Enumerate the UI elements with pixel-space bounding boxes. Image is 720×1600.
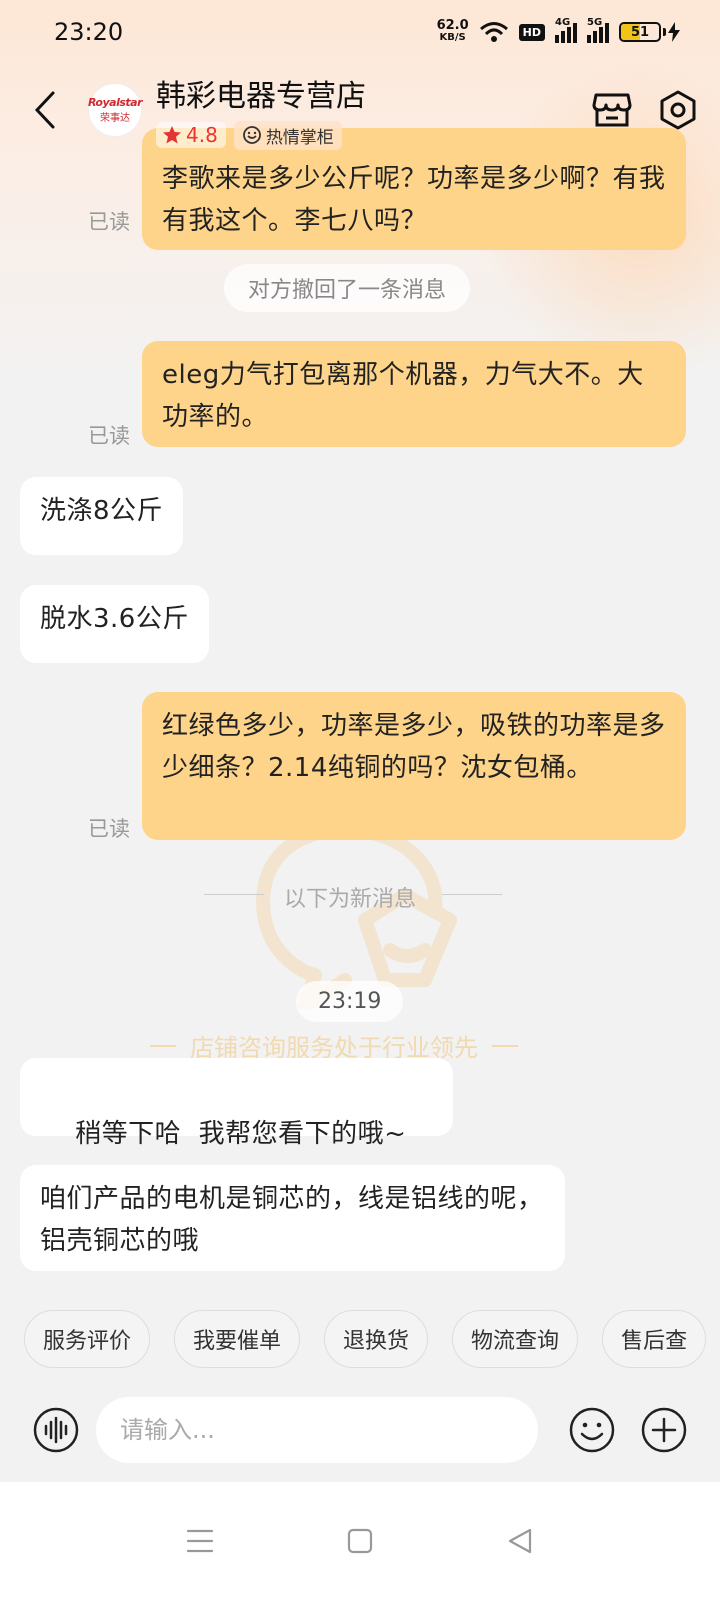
message-text: eleg力气打包离那个机器，力气大不。大功率的。 bbox=[162, 360, 644, 432]
back-button[interactable] bbox=[20, 80, 70, 140]
status-icons: 62.0 KB/S HD 4G 5G 51 bbox=[436, 17, 680, 44]
message-text: 咱们产品的电机是铜芯的，线是铝线的呢，铝壳铜芯的哦 bbox=[40, 1184, 544, 1256]
message-bubble-incoming[interactable]: 稍等下哈 我帮您看下的哦~ bbox=[20, 1058, 453, 1149]
shop-badge: 热情掌柜 bbox=[233, 120, 342, 150]
menu-icon bbox=[186, 1529, 214, 1553]
more-button[interactable] bbox=[640, 1406, 688, 1454]
status-time: 23:20 bbox=[54, 18, 124, 46]
shop-info[interactable]: 韩彩电器专营店 4.8 热情掌柜 bbox=[156, 71, 366, 150]
star-icon bbox=[163, 126, 181, 144]
status-bar: 23:20 62.0 KB/S HD 4G 5G 51 bbox=[0, 0, 720, 64]
input-bar bbox=[0, 1380, 720, 1480]
message-input[interactable] bbox=[96, 1397, 538, 1463]
battery-level: 51 bbox=[630, 24, 650, 40]
message-text: 李歌来是多少公斤呢？功率是多少啊？有我有我这个。李七八吗？ bbox=[162, 164, 666, 236]
message-bubble-outgoing[interactable]: eleg力气打包离那个机器，力气大不。大功率的。 bbox=[142, 341, 686, 447]
menu-button[interactable] bbox=[170, 1511, 230, 1571]
triangle-back-icon bbox=[508, 1528, 532, 1554]
settings-icon bbox=[660, 90, 696, 130]
chevron-left-icon bbox=[34, 91, 55, 129]
voice-wave-icon bbox=[33, 1407, 79, 1453]
read-status: 已读 bbox=[88, 424, 130, 448]
smiley-icon bbox=[569, 1407, 615, 1453]
quick-action-return[interactable]: 退换货 bbox=[324, 1310, 429, 1368]
message-text: 红绿色多少，功率是多少，吸铁的功率是多少细条？2.14纯铜的吗？沈女包桶。 bbox=[162, 711, 666, 783]
chat-area[interactable]: 李歌来是多少公斤呢？功率是多少啊？有我有我这个。李七八吗？ 已读 对方撤回了一条… bbox=[0, 0, 720, 1300]
quick-action-aftersales[interactable]: 售后查 bbox=[602, 1310, 707, 1368]
voice-button[interactable] bbox=[32, 1406, 80, 1454]
system-nav-bar bbox=[0, 1482, 720, 1600]
hd-badge: HD bbox=[518, 23, 545, 41]
timestamp: 23:19 bbox=[296, 981, 404, 1022]
shop-rating: 4.8 bbox=[156, 122, 226, 148]
signal-5g-icon: 5G bbox=[587, 17, 609, 43]
message-text: 脱水3.6公斤 bbox=[40, 604, 189, 634]
read-status: 已读 bbox=[88, 817, 130, 841]
message-bubble-incoming[interactable]: 咱们产品的电机是铜芯的，线是铝线的呢，铝壳铜芯的哦 bbox=[20, 1165, 565, 1271]
message-bubble-incoming[interactable]: 洗涤8公斤 bbox=[20, 477, 184, 555]
quick-action-review[interactable]: 服务评价 bbox=[24, 1310, 151, 1368]
store-icon bbox=[592, 93, 632, 127]
signal-4g-icon: 4G bbox=[555, 17, 577, 43]
smile-badge-icon bbox=[242, 126, 261, 144]
wifi-icon bbox=[479, 22, 508, 42]
store-button[interactable] bbox=[590, 88, 634, 132]
divider-line bbox=[204, 894, 264, 895]
battery-icon: 51 bbox=[619, 22, 680, 42]
message-bubble-incoming[interactable]: 脱水3.6公斤 bbox=[20, 585, 209, 663]
message-bubble-outgoing[interactable]: 红绿色多少，功率是多少，吸铁的功率是多少细条？2.14纯铜的吗？沈女包桶。 bbox=[142, 692, 686, 840]
settings-button[interactable] bbox=[656, 88, 700, 132]
charging-icon bbox=[668, 22, 680, 42]
quick-actions-bar: 服务评价 我要催单 退换货 物流查询 售后查 bbox=[0, 1300, 720, 1380]
quick-action-urge[interactable]: 我要催单 bbox=[174, 1310, 301, 1368]
home-button[interactable] bbox=[330, 1511, 390, 1571]
divider-line bbox=[442, 894, 502, 895]
system-back-button[interactable] bbox=[490, 1511, 550, 1571]
recall-notice: 对方撤回了一条消息 bbox=[224, 264, 471, 312]
network-speed: 62.0 KB/S bbox=[436, 18, 469, 43]
new-messages-divider: 以下为新消息 bbox=[284, 887, 417, 912]
quick-action-logistics[interactable]: 物流查询 bbox=[452, 1310, 579, 1368]
message-text: 稍等下哈 我帮您看下的哦~ bbox=[75, 1119, 407, 1149]
read-status: 已读 bbox=[88, 210, 130, 234]
plus-circle-icon bbox=[641, 1407, 687, 1453]
shop-name: 韩彩电器专营店 bbox=[156, 78, 366, 114]
chat-header: Royalstar 荣事达 韩彩电器专营店 4.8 热情掌柜 bbox=[0, 64, 720, 156]
shop-avatar[interactable]: Royalstar 荣事达 bbox=[88, 83, 143, 137]
square-home-icon bbox=[347, 1528, 373, 1554]
emoji-button[interactable] bbox=[568, 1406, 616, 1454]
message-text: 洗涤8公斤 bbox=[40, 496, 164, 526]
